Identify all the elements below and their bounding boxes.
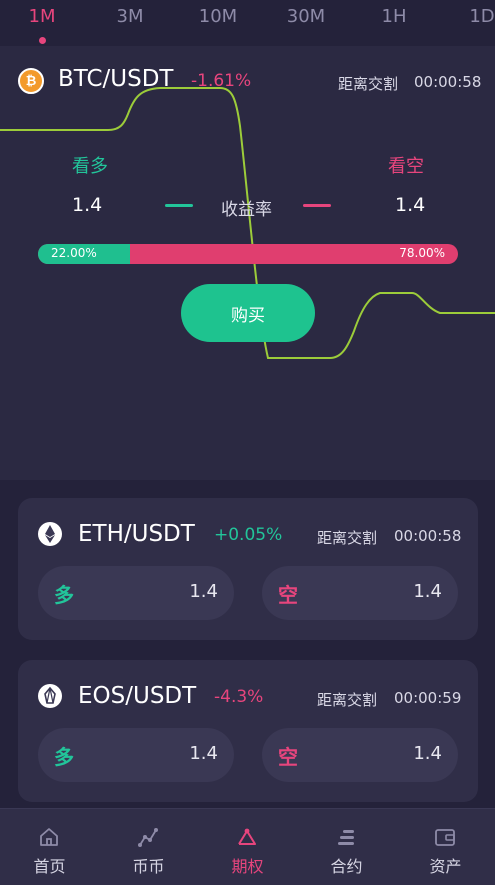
eos-long-value: 1.4 <box>189 743 218 764</box>
eos-short-button[interactable]: 空 1.4 <box>262 728 458 782</box>
buy-button[interactable]: 购买 <box>181 284 315 342</box>
trend-icon <box>138 828 158 847</box>
long-short-ratio-bar: 22.00% 78.00% <box>38 244 458 264</box>
bottom-nav: 首页 币币 期权 合约 资产 <box>0 808 495 885</box>
eth-short-button[interactable]: 空 1.4 <box>262 566 458 620</box>
tab-30m[interactable]: 30M <box>276 6 336 27</box>
long-pct-text: 22.00% <box>51 246 97 260</box>
long-rate: 1.4 <box>72 194 103 216</box>
nav-home-label: 首页 <box>33 857 66 876</box>
short-dash <box>303 204 331 207</box>
countdown-value: 00:00:58 <box>414 73 482 91</box>
timeframe-tabs: 1M 3M 10M 30M 1H 1D <box>0 0 495 46</box>
tab-3m[interactable]: 3M <box>100 6 160 27</box>
nav-spot[interactable]: 币币 <box>99 809 198 885</box>
nav-contract-label: 合约 <box>330 857 363 876</box>
eth-countdown-value: 00:00:58 <box>394 527 462 545</box>
market-card-eth[interactable]: ETH/USDT +0.05% 距离交割 00:00:58 多 1.4 空 1.… <box>18 498 478 640</box>
eth-short-value: 1.4 <box>413 581 442 602</box>
eos-change: -4.3% <box>214 687 264 707</box>
eos-short-label: 空 <box>278 745 298 769</box>
eth-short-label: 空 <box>278 583 298 607</box>
eos-long-button[interactable]: 多 1.4 <box>38 728 234 782</box>
main-pair-title: BTC/USDT <box>58 66 174 92</box>
nav-options[interactable]: 期权 <box>198 809 297 885</box>
ethereum-icon <box>38 522 62 546</box>
eth-pair-title: ETH/USDT <box>78 521 195 547</box>
nav-contract[interactable]: 合约 <box>297 809 396 885</box>
eos-long-label: 多 <box>54 745 74 769</box>
short-rate: 1.4 <box>395 194 426 216</box>
nav-assets-label: 资产 <box>429 857 462 876</box>
short-pct-text: 78.00% <box>399 246 445 260</box>
long-dash <box>165 204 193 207</box>
nav-options-label: 期权 <box>231 857 264 876</box>
nav-spot-label: 币币 <box>132 857 165 876</box>
eos-short-value: 1.4 <box>413 743 442 764</box>
rate-label: 收益率 <box>221 200 272 220</box>
tab-10m[interactable]: 10M <box>188 6 248 27</box>
options-icon <box>238 828 256 845</box>
eth-countdown-label: 距离交割 <box>317 529 378 547</box>
home-icon <box>40 828 58 846</box>
tab-1d[interactable]: 1D <box>452 6 495 27</box>
tab-1h[interactable]: 1H <box>364 6 424 27</box>
contract-icon <box>338 830 354 845</box>
nav-home[interactable]: 首页 <box>0 809 99 885</box>
eos-countdown-label: 距离交割 <box>317 691 378 709</box>
nav-assets[interactable]: 资产 <box>396 809 495 885</box>
active-tab-indicator <box>39 37 46 44</box>
main-trade-panel: ₿ BTC/USDT -1.61% 距离交割 00:00:58 看多 看空 1.… <box>0 46 495 480</box>
market-card-eos[interactable]: EOS/USDT -4.3% 距离交割 00:00:59 多 1.4 空 1.4 <box>18 660 478 802</box>
eth-long-label: 多 <box>54 583 74 607</box>
eth-change: +0.05% <box>214 525 283 545</box>
tab-1m[interactable]: 1M <box>12 6 72 27</box>
eth-long-value: 1.4 <box>189 581 218 602</box>
eos-countdown-value: 00:00:59 <box>394 689 462 707</box>
long-label: 看多 <box>72 156 108 177</box>
wallet-icon <box>435 829 455 846</box>
short-label: 看空 <box>388 156 424 177</box>
countdown-label: 距离交割 <box>338 75 399 93</box>
eos-icon <box>38 684 62 708</box>
eth-long-button[interactable]: 多 1.4 <box>38 566 234 620</box>
bitcoin-icon: ₿ <box>18 68 44 94</box>
eos-pair-title: EOS/USDT <box>78 683 197 709</box>
main-change: -1.61% <box>191 71 252 91</box>
